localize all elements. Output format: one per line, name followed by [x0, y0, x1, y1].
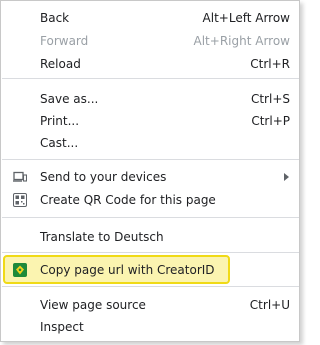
menu-item-shortcut: Alt+Left Arrow [202, 11, 290, 25]
menu-item-reload[interactable]: Reload Ctrl+R [2, 53, 299, 75]
menu-item-label: Reload [40, 57, 81, 71]
menu-item-shortcut: Ctrl+R [250, 57, 290, 71]
menu-divider [2, 286, 299, 287]
context-menu: Back Alt+Left Arrow Forward Alt+Right Ar… [0, 0, 300, 342]
menu-divider [2, 78, 299, 79]
menu-item-shortcut: Ctrl+P [251, 114, 290, 128]
menu-item-translate[interactable]: Translate to Deutsch [2, 226, 299, 248]
menu-divider [2, 159, 299, 160]
menu-item-label: View page source [40, 298, 146, 312]
menu-item-print[interactable]: Print... Ctrl+P [2, 110, 299, 132]
menu-item-label: Print... [40, 114, 80, 128]
menu-item-label: Inspect [40, 320, 84, 334]
menu-item-send-to-devices[interactable]: Send to your devices [2, 166, 299, 188]
menu-item-label: Copy page url with CreatorID [40, 263, 215, 277]
menu-item-forward[interactable]: Forward Alt+Right Arrow [2, 30, 299, 52]
creatorid-extension-icon [13, 263, 27, 277]
menu-item-cast[interactable]: Cast... [2, 132, 299, 154]
menu-item-save-as[interactable]: Save as... Ctrl+S [2, 88, 299, 110]
menu-item-back[interactable]: Back Alt+Left Arrow [2, 7, 299, 29]
menu-item-shortcut: Ctrl+S [250, 92, 290, 106]
menu-item-label: Back [40, 11, 70, 25]
menu-item-label: Translate to Deutsch [40, 230, 164, 244]
menu-divider [2, 217, 299, 218]
menu-item-inspect[interactable]: Inspect [2, 316, 299, 338]
menu-item-label: Send to your devices [40, 170, 167, 184]
menu-item-copy-page-url-creatorid[interactable]: Copy page url with CreatorID [2, 259, 299, 281]
menu-item-label: Save as... [40, 92, 99, 106]
qr-code-icon [13, 193, 27, 207]
menu-item-shortcut: Alt+Right Arrow [193, 34, 290, 48]
menu-item-label: Cast... [40, 136, 79, 150]
menu-item-create-qr-code[interactable]: Create QR Code for this page [2, 189, 299, 211]
menu-divider [2, 252, 299, 253]
devices-icon [13, 170, 28, 184]
menu-item-label: Forward [40, 34, 89, 48]
menu-item-shortcut: Ctrl+U [249, 298, 290, 312]
chevron-right-icon [284, 173, 289, 181]
menu-item-label: Create QR Code for this page [40, 193, 216, 207]
menu-item-view-page-source[interactable]: View page source Ctrl+U [2, 294, 299, 316]
